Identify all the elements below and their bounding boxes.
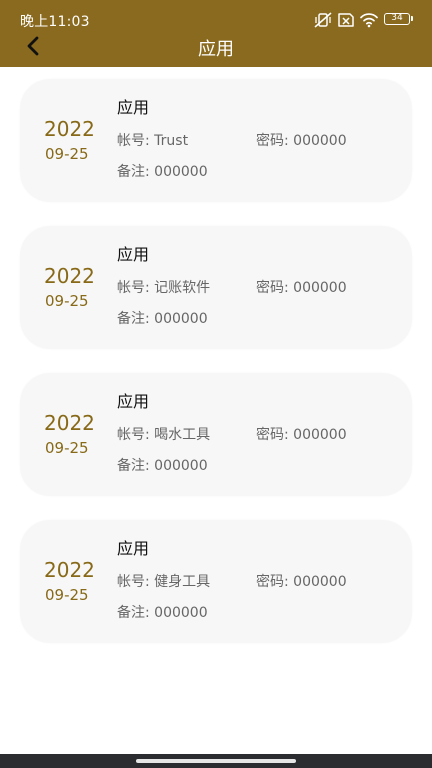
- mute-vibrate-icon: [314, 12, 332, 28]
- status-bar: 晚上11:03 34: [0, 0, 432, 40]
- record-card[interactable]: 2022 09-25 应用 帐号: 记账软件 密码: 000000 备注: 00…: [20, 226, 412, 349]
- record-list: 2022 09-25 应用 帐号: Trust 密码: 000000 备注: 0…: [20, 79, 412, 667]
- record-year: 2022: [44, 558, 95, 582]
- record-title: 应用: [117, 245, 150, 264]
- record-title: 应用: [117, 98, 150, 117]
- record-card[interactable]: 2022 09-25 应用 帐号: 健身工具 密码: 000000 备注: 00…: [20, 520, 412, 643]
- record-note: 备注: 000000: [117, 311, 208, 327]
- record-month-day: 09-25: [45, 439, 89, 457]
- record-note: 备注: 000000: [117, 164, 208, 180]
- record-month-day: 09-25: [45, 292, 89, 310]
- status-time: 晚上11:03: [20, 14, 90, 30]
- record-note: 备注: 000000: [117, 605, 208, 621]
- record-password: 密码: 000000: [256, 280, 347, 296]
- page-title: 应用: [198, 39, 234, 60]
- record-month-day: 09-25: [45, 145, 89, 163]
- record-password: 密码: 000000: [256, 427, 347, 443]
- home-indicator[interactable]: [136, 759, 296, 763]
- record-account: 帐号: 记账软件: [117, 280, 211, 296]
- record-account: 帐号: 喝水工具: [117, 427, 211, 443]
- record-password: 密码: 000000: [256, 133, 347, 149]
- record-title: 应用: [117, 539, 150, 558]
- record-year: 2022: [44, 411, 95, 435]
- record-account: 帐号: 健身工具: [117, 574, 211, 590]
- battery-icon: 34: [384, 13, 413, 25]
- record-month-day: 09-25: [45, 586, 89, 604]
- record-account: 帐号: Trust: [117, 133, 189, 149]
- record-title: 应用: [117, 392, 150, 411]
- navigation-bar: [0, 754, 432, 768]
- record-year: 2022: [44, 117, 95, 141]
- app-header: 晚上11:03 34 应用: [0, 0, 432, 67]
- wifi-icon: [360, 13, 378, 28]
- record-card[interactable]: 2022 09-25 应用 帐号: Trust 密码: 000000 备注: 0…: [20, 79, 412, 202]
- record-password: 密码: 000000: [256, 574, 347, 590]
- sim-missing-icon: [338, 13, 354, 27]
- record-note: 备注: 000000: [117, 458, 208, 474]
- record-card[interactable]: 2022 09-25 应用 帐号: 喝水工具 密码: 000000 备注: 00…: [20, 373, 412, 496]
- record-year: 2022: [44, 264, 95, 288]
